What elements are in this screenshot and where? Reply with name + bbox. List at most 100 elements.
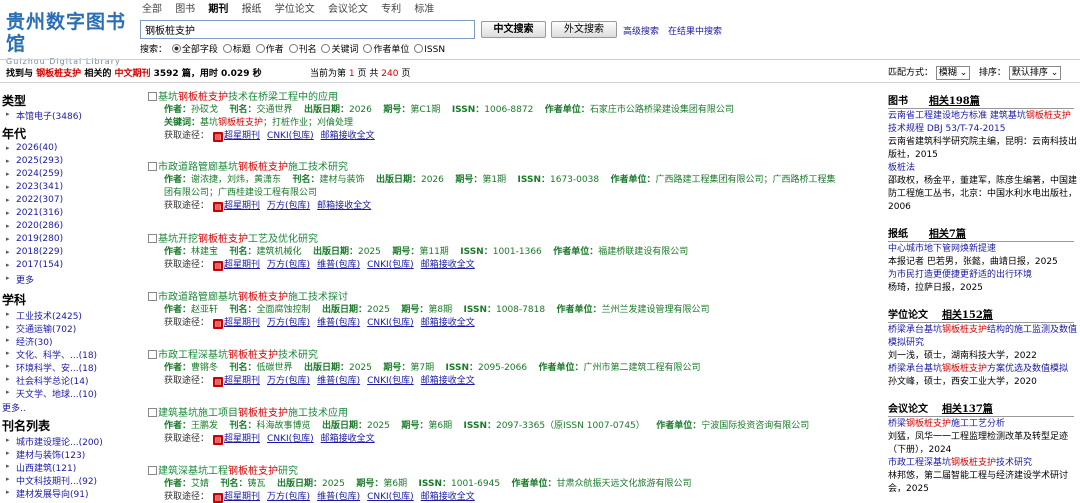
access-link[interactable]: CNKI(包库) [367,376,414,386]
heading-count[interactable]: 相关198篇 [929,96,980,107]
heading-count[interactable]: 相关152篇 [942,310,993,321]
access-link[interactable]: 维普(包库) [317,260,360,270]
access-link[interactable]: 维普(包库) [317,492,360,502]
facet-item[interactable]: 社会科学总论(14) [6,374,89,387]
facet-item[interactable]: 2017(154) [6,260,63,270]
nav-all[interactable]: 全部 [142,4,162,15]
foreign-search-button[interactable]: 外文搜索 [551,21,617,38]
heading-count[interactable]: 相关137篇 [942,404,993,415]
facet-item[interactable]: 经济(30) [6,335,53,348]
facet-item[interactable]: 2018(229) [6,247,63,257]
nav-standards[interactable]: 标准 [414,4,434,15]
heading-label[interactable]: 图书 [888,96,908,107]
result-title[interactable]: 基坑钢板桩支护技术在桥梁工程中的应用 [148,88,338,103]
facet-item[interactable]: 建材与装饰(123) [6,448,85,461]
facet-more-subjects[interactable]: 更多.. [2,401,26,414]
result-title[interactable]: 建筑基坑施工项目钢板桩支护施工技术应用 [148,404,348,419]
nav-patents[interactable]: 专利 [381,4,401,15]
facet-item[interactable]: 建材发展导向(91) [6,487,89,500]
facet-item[interactable]: 天文学、地球...(10) [6,387,97,400]
nav-theses[interactable]: 学位论文 [275,4,315,15]
nav-newspapers[interactable]: 报纸 [242,4,262,15]
related-link[interactable]: 板桩法 [888,163,915,173]
result-checkbox[interactable] [148,162,157,171]
sort-select[interactable]: 默认排序 ⌄ [1008,65,1062,80]
access-link[interactable]: CNKI(包库) [367,492,414,502]
facet-item[interactable]: 2021(316) [6,208,63,218]
access-link[interactable]: 邮箱接收全文 [421,318,475,328]
chinese-search-button[interactable]: 中文搜索 [481,21,546,38]
related-link[interactable]: 桥梁承台基坑钢板桩支护结构的施工监测及数值 模拟研究 [888,325,1077,348]
heading-label[interactable]: 学位论文 [888,310,928,321]
access-link[interactable]: 维普(包库) [317,376,360,386]
result-title[interactable]: 建筑深基坑工程钢板桩支护研究 [148,462,298,477]
access-link[interactable]: 维普(包库) [317,318,360,328]
result-checkbox[interactable] [148,408,157,417]
access-link[interactable]: 万方(包库) [267,260,310,270]
access-link[interactable]: 邮箱接收全文 [421,492,475,502]
radio-author[interactable] [255,44,265,53]
related-link[interactable]: 为市民打造更便捷更舒适的出行环境 [888,270,1032,280]
result-title[interactable]: 市政道路管廊基坑钢板桩支护施工技术研究 [148,158,348,173]
result-checkbox[interactable] [148,234,157,243]
radio-issn[interactable] [414,44,424,53]
radio-org[interactable] [363,44,373,53]
match-select[interactable]: 模糊 ⌄ [935,65,971,80]
access-link[interactable]: CNKI(包库) [367,260,414,270]
access-link[interactable]: 万方(包库) [267,376,310,386]
access-link[interactable]: 超星期刊 [224,131,260,141]
result-title[interactable]: 市政道路管廊基坑钢板桩支护施工技术探讨 [148,288,348,303]
nav-journals[interactable]: 期刊 [208,4,228,15]
access-link[interactable]: 邮箱接收全文 [321,131,375,141]
facet-item[interactable]: 2022(307) [6,195,63,205]
access-link[interactable]: CNKI(包库) [367,318,414,328]
access-link[interactable]: 超星期刊 [224,260,260,270]
access-link[interactable]: CNKI(包库) [267,434,314,444]
facet-item[interactable]: 2024(259) [6,169,63,179]
result-title[interactable]: 基坑开挖钢板桩支护工艺及优化研究 [148,230,318,245]
facet-item[interactable]: 城市建设理论...(200) [6,435,103,448]
related-link[interactable]: 中心城市地下管网焕新提速 [888,244,996,254]
access-link[interactable]: 邮箱接收全文 [317,201,371,211]
search-input[interactable] [140,20,475,39]
facet-item[interactable]: 工业技术(2425) [6,309,82,322]
access-link[interactable]: 超星期刊 [224,492,260,502]
facet-item[interactable]: 2025(293) [6,156,63,166]
facet-more-years[interactable]: 更多 [6,273,34,286]
access-link[interactable]: 邮箱接收全文 [421,376,475,386]
radio-journal[interactable] [288,44,298,53]
access-link[interactable]: 超星期刊 [224,318,260,328]
heading-label[interactable]: 会议论文 [888,404,928,415]
facet-item[interactable]: 山西建筑(121) [6,461,76,474]
facet-item[interactable]: 2019(280) [6,234,63,244]
advanced-search-link[interactable]: 高级搜索 [623,24,659,37]
radio-title[interactable] [222,44,232,53]
facet-item[interactable]: 2023(341) [6,182,63,192]
facet-item[interactable]: 2026(40) [6,143,57,153]
access-link[interactable]: 邮箱接收全文 [421,260,475,270]
search-in-results-link[interactable]: 在结果中搜索 [668,24,722,37]
access-link[interactable]: 万方(包库) [267,318,310,328]
result-checkbox[interactable] [148,292,157,301]
facet-item[interactable]: 本馆电子(3486) [6,109,82,122]
facet-item[interactable]: 中文科技期刊...(92) [6,474,97,487]
facet-item[interactable]: 环境科学、安...(18) [6,361,97,374]
access-link[interactable]: 超星期刊 [224,201,260,211]
radio-keyword[interactable] [321,44,331,53]
related-link[interactable]: 桥梁钢板桩支护施工工艺分析 [888,419,1005,429]
heading-label[interactable]: 报纸 [888,229,908,240]
radio-all-fields[interactable] [171,44,181,53]
result-title[interactable]: 市政工程深基坑钢板桩支护技术研究 [148,346,318,361]
nav-books[interactable]: 图书 [175,4,195,15]
access-link[interactable]: 超星期刊 [224,434,260,444]
access-link[interactable]: 邮箱接收全文 [321,434,375,444]
access-link[interactable]: 超星期刊 [224,376,260,386]
access-link[interactable]: 万方(包库) [267,492,310,502]
facet-item[interactable]: 交通运输(702) [6,322,76,335]
related-link[interactable]: 桥梁承台基坑钢板桩支护方案优选及数值模拟 [888,364,1068,374]
related-link[interactable]: 市政工程深基坑钢板桩支护技术研究 [888,458,1032,468]
result-checkbox[interactable] [148,350,157,359]
heading-count[interactable]: 相关7篇 [929,229,966,240]
facet-item[interactable]: 文化、科学、...(18) [6,348,97,361]
related-link[interactable]: 云南省工程建设地方标准 建筑基坑钢板桩支护 技术规程 DBJ 53/T-74-20… [888,111,1071,134]
